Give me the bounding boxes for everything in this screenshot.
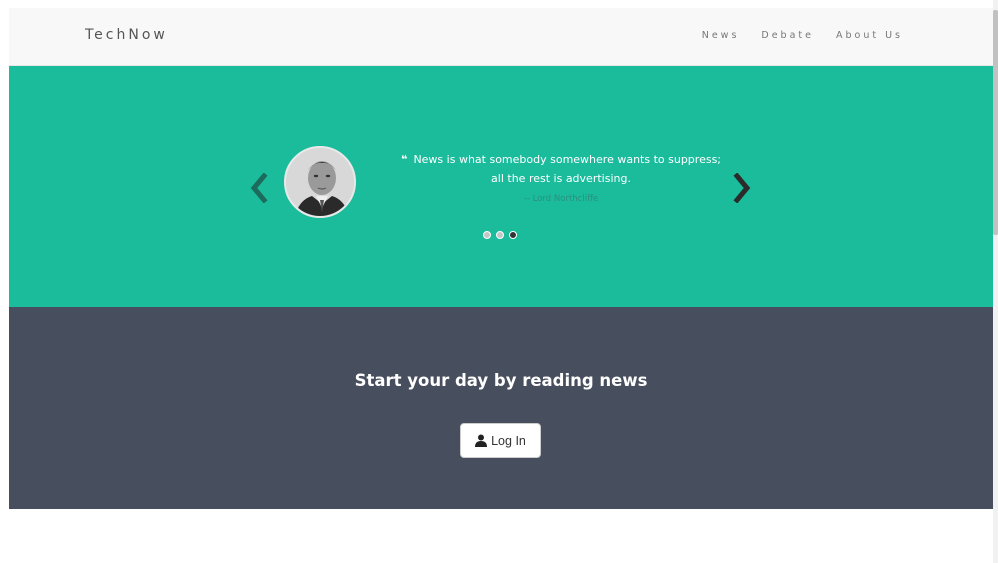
cta-title: Start your day by reading news <box>354 371 648 390</box>
vertical-scrollbar[interactable] <box>993 0 998 563</box>
nav-link-news[interactable]: News <box>702 30 740 41</box>
carousel-indicators <box>483 231 517 239</box>
carousel-prev-button[interactable] <box>246 171 272 205</box>
chevron-left-icon <box>250 173 268 203</box>
quote-line-2: all the rest is advertising. <box>491 172 631 185</box>
quote-text: ❝ News is what somebody somewhere wants t… <box>381 150 741 188</box>
carousel-dot-2[interactable] <box>496 231 504 239</box>
quote-left-icon: ❝ <box>400 153 408 166</box>
nav-link-about-us[interactable]: About Us <box>836 30 903 41</box>
author-avatar <box>284 146 356 218</box>
user-icon <box>475 434 488 447</box>
login-button[interactable]: Log In <box>460 423 541 458</box>
testimonial-carousel: ❝ News is what somebody somewhere wants t… <box>9 66 993 307</box>
brand-logo[interactable]: TechNow <box>85 27 168 43</box>
carousel-dot-3[interactable] <box>509 231 517 239</box>
login-label: Log In <box>491 433 526 448</box>
navbar: TechNow News Debate About Us <box>9 8 993 66</box>
carousel-next-button[interactable] <box>729 171 755 205</box>
portrait-image <box>286 148 354 216</box>
chevron-right-icon <box>733 173 751 203</box>
page: TechNow News Debate About Us ❝ News is w… <box>9 8 993 563</box>
carousel-dot-1[interactable] <box>483 231 491 239</box>
quote-line-1: News is what somebody somewhere wants to… <box>413 153 722 166</box>
nav-links: News Debate About Us <box>702 30 903 41</box>
call-to-action: Start your day by reading news Log In <box>9 307 993 509</box>
nav-link-debate[interactable]: Debate <box>761 30 814 41</box>
quote-author: -- Lord Northcliffe <box>523 194 599 204</box>
scrollbar-thumb[interactable] <box>993 10 998 235</box>
